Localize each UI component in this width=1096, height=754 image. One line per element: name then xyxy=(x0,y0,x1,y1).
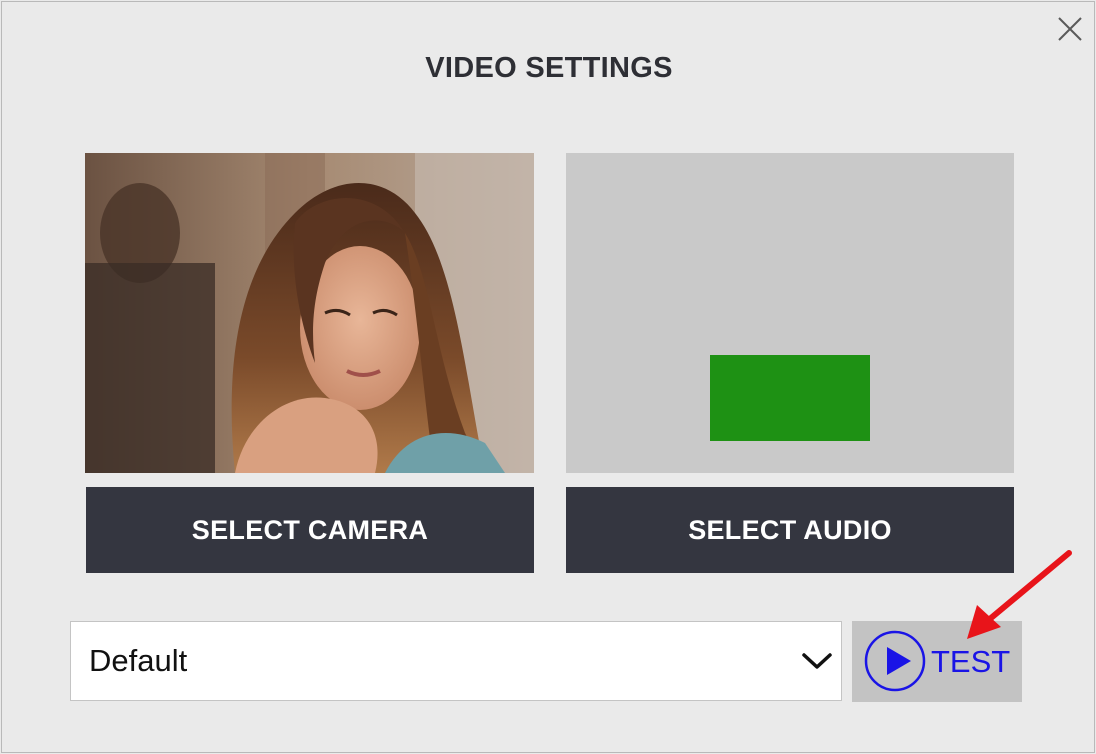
close-button[interactable] xyxy=(1055,14,1085,44)
close-icon xyxy=(1058,17,1082,41)
test-button[interactable]: TEST xyxy=(852,621,1022,702)
device-select[interactable]: Default xyxy=(70,621,842,701)
camera-preview xyxy=(85,153,534,473)
select-camera-button[interactable]: SELECT CAMERA xyxy=(86,487,534,573)
chevron-down-icon xyxy=(802,653,832,669)
select-audio-button[interactable]: SELECT AUDIO xyxy=(566,487,1014,573)
webcam-preview-image xyxy=(85,153,534,473)
audio-level-indicator xyxy=(710,355,870,441)
video-settings-dialog: VIDEO SETTINGS SELECT CAMERA SELECT AUDI… xyxy=(1,1,1095,753)
audio-preview xyxy=(566,153,1014,473)
test-label: TEST xyxy=(931,644,1011,679)
play-circle-icon xyxy=(864,630,926,692)
dialog-title: VIDEO SETTINGS xyxy=(425,52,673,84)
device-select-value: Default xyxy=(89,643,188,678)
